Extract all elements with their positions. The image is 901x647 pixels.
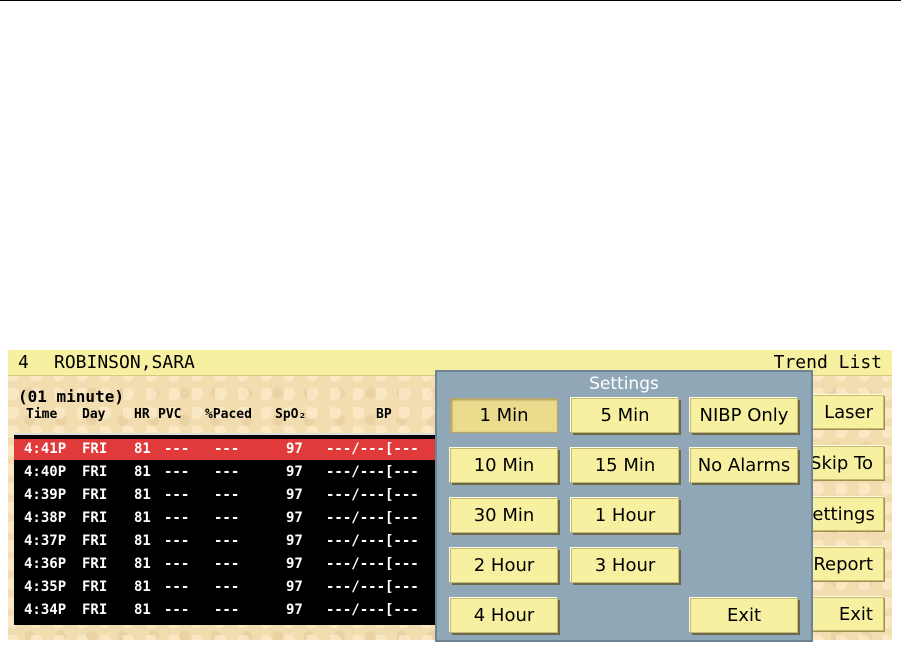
settings-title: Settings xyxy=(589,374,659,394)
row-bp: ---/---[--- xyxy=(326,441,419,457)
row-time: 4:34P xyxy=(24,602,67,618)
interval-30min-button[interactable]: 30 Min xyxy=(450,498,558,533)
row-pvc: --- xyxy=(164,556,190,572)
row-bp: ---/---[--- xyxy=(326,487,419,503)
row-pvc: --- xyxy=(164,441,190,457)
row-paced: --- xyxy=(214,556,240,572)
row-pvc: --- xyxy=(164,464,190,480)
row-day: FRI xyxy=(82,441,108,457)
nibp-only-button[interactable]: NIBP Only xyxy=(690,398,798,433)
interval-1hour-button[interactable]: 1 Hour xyxy=(571,498,679,533)
row-spo2: 97 xyxy=(286,602,303,618)
row-hr: 81 xyxy=(134,602,151,618)
row-bp: ---/---[--- xyxy=(326,510,419,526)
row-bp: ---/---[--- xyxy=(326,602,419,618)
trend-interval-label: (01 minute) xyxy=(18,387,124,406)
col-header-spo2: SpO₂ xyxy=(275,407,307,422)
row-hr: 81 xyxy=(134,441,151,457)
row-hr: 81 xyxy=(134,510,151,526)
patient-monitor-screen: 4 ROBINSON,SARA Trend List (01 minute) T… xyxy=(8,350,892,642)
row-hr: 81 xyxy=(134,579,151,595)
row-spo2: 97 xyxy=(286,441,303,457)
row-hr: 81 xyxy=(134,533,151,549)
row-paced: --- xyxy=(214,602,240,618)
row-bp: ---/---[--- xyxy=(326,533,419,549)
row-time: 4:41P xyxy=(24,441,67,457)
col-header-bp: BP xyxy=(376,407,392,422)
row-hr: 81 xyxy=(134,464,151,480)
top-divider-line xyxy=(0,0,901,1)
table-row[interactable]: 4:34P FRI 81 --- --- 97 ---/---[--- xyxy=(14,600,444,621)
col-header-hr: HR xyxy=(134,407,150,422)
table-row[interactable]: 4:40P FRI 81 --- --- 97 ---/---[--- xyxy=(14,462,444,483)
col-header-time: Time xyxy=(26,407,58,422)
row-day: FRI xyxy=(82,556,108,572)
row-spo2: 97 xyxy=(286,556,303,572)
table-row[interactable]: 4:38P FRI 81 --- --- 97 ---/---[--- xyxy=(14,508,444,529)
row-spo2: 97 xyxy=(286,510,303,526)
row-day: FRI xyxy=(82,602,108,618)
row-time: 4:39P xyxy=(24,487,67,503)
row-pvc: --- xyxy=(164,579,190,595)
interval-4hour-button[interactable]: 4 Hour xyxy=(450,598,558,633)
row-day: FRI xyxy=(82,579,108,595)
interval-3hour-button[interactable]: 3 Hour xyxy=(571,548,679,583)
interval-1min-button[interactable]: 1 Min xyxy=(450,398,558,433)
interval-15min-button[interactable]: 15 Min xyxy=(571,448,679,483)
row-paced: --- xyxy=(214,579,240,595)
row-time: 4:38P xyxy=(24,510,67,526)
row-paced: --- xyxy=(214,510,240,526)
row-spo2: 97 xyxy=(286,464,303,480)
row-spo2: 97 xyxy=(286,579,303,595)
no-alarms-button[interactable]: No Alarms xyxy=(690,448,798,483)
row-pvc: --- xyxy=(164,510,190,526)
row-spo2: 97 xyxy=(286,533,303,549)
row-bp: ---/---[--- xyxy=(326,556,419,572)
row-time: 4:35P xyxy=(24,579,67,595)
row-spo2: 97 xyxy=(286,487,303,503)
row-day: FRI xyxy=(82,510,108,526)
interval-10min-button[interactable]: 10 Min xyxy=(450,448,558,483)
table-row[interactable]: 4:35P FRI 81 --- --- 97 ---/---[--- xyxy=(14,577,444,598)
row-time: 4:36P xyxy=(24,556,67,572)
trend-list-table: 4:41P FRI 81 --- --- 97 ---/---[--- 4:40P FRI 81-… xyxy=(14,433,444,625)
col-header-day: Day xyxy=(82,407,106,422)
table-row[interactable]: 4:39P FRI 81 --- --- 97 ---/---[--- xyxy=(14,485,444,506)
row-paced: --- xyxy=(214,441,240,457)
row-time: 4:37P xyxy=(24,533,67,549)
interval-2hour-button[interactable]: 2 Hour xyxy=(450,548,558,583)
row-bp: ---/---[--- xyxy=(326,579,419,595)
row-pvc: --- xyxy=(164,533,190,549)
table-row[interactable]: 4:36P FRI 81 --- --- 97 ---/---[--- xyxy=(14,554,444,575)
row-paced: --- xyxy=(214,464,240,480)
col-header-paced: %Paced xyxy=(205,407,252,422)
row-day: FRI xyxy=(82,464,108,480)
row-day: FRI xyxy=(82,487,108,503)
row-bp: ---/---[--- xyxy=(326,464,419,480)
row-hr: 81 xyxy=(134,556,151,572)
row-pvc: --- xyxy=(164,487,190,503)
row-time: 4:40P xyxy=(24,464,67,480)
row-paced: --- xyxy=(214,533,240,549)
row-hr: 81 xyxy=(134,487,151,503)
settings-dialog: Settings 1 Min 5 Min NIBP Only 10 Min 15… xyxy=(435,370,813,642)
patient-name: ROBINSON,SARA xyxy=(54,352,195,373)
table-row-selected[interactable]: 4:41P FRI 81 --- --- 97 ---/---[--- xyxy=(14,439,444,460)
row-paced: --- xyxy=(214,487,240,503)
interval-5min-button[interactable]: 5 Min xyxy=(571,398,679,433)
table-row[interactable]: 4:37P FRI 81 --- --- 97 ---/---[--- xyxy=(14,531,444,552)
row-day: FRI xyxy=(82,533,108,549)
col-header-pvc: PVC xyxy=(158,407,182,422)
bed-number: 4 xyxy=(18,352,29,373)
settings-exit-button[interactable]: Exit xyxy=(690,598,798,633)
row-pvc: --- xyxy=(164,602,190,618)
